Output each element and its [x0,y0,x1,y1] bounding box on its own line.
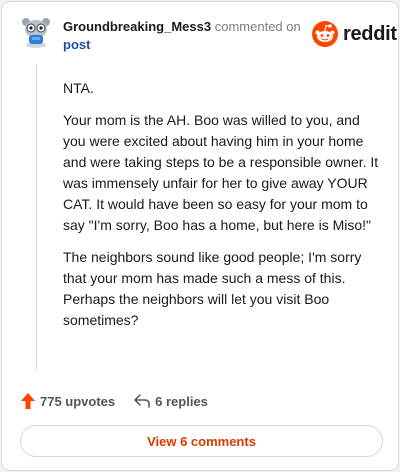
brand-name: reddit [343,23,397,45]
reddit-brand[interactable]: reddit [311,20,397,48]
comment-paragraph: The neighbors sound like good people; I'… [63,249,362,328]
comment-card: Groundbreaking_Mess3 commented on post r… [1,1,399,471]
thread-line[interactable] [36,64,37,370]
comment-paragraph: NTA. [63,80,94,96]
reddit-logo-icon [312,21,338,47]
comment-actions: 775 upvotes 6 replies [20,391,208,411]
replies-count: 6 replies [155,393,208,409]
comment-body: NTA. Your mom is the AH. Boo was willed … [63,78,381,342]
snoo-avatar-icon [22,18,50,48]
commented-on-label: commented on [214,19,301,34]
avatar[interactable] [20,15,52,49]
upvote-arrow-icon [21,393,35,409]
upvote-count: 775 upvotes [40,393,116,409]
replies-button[interactable]: 6 replies [133,393,208,409]
reply-arrow-icon [134,394,150,408]
upvote-button[interactable]: 775 upvotes [20,392,115,410]
comment-header: Groundbreaking_Mess3 commented on post [63,18,308,54]
username[interactable]: Groundbreaking_Mess3 [63,19,211,34]
comment-paragraph: Your mom is the AH. Boo was willed to yo… [63,112,379,233]
post-link[interactable]: post [63,37,90,52]
view-comments-button[interactable]: View 6 comments [20,425,383,457]
